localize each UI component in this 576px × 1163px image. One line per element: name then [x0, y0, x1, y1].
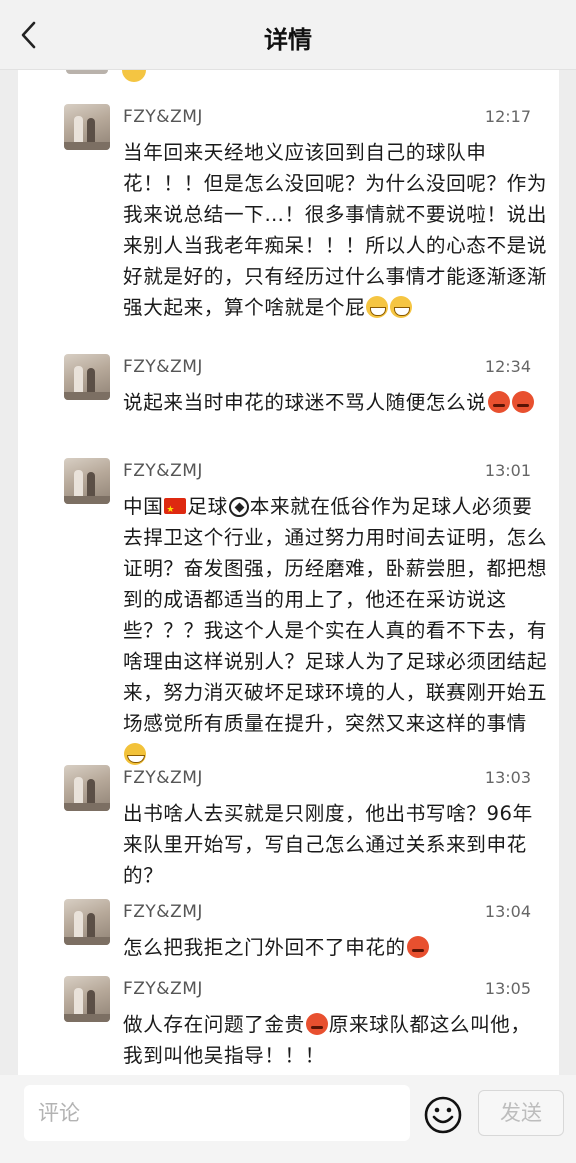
- avatar[interactable]: [64, 976, 110, 1022]
- message-text-segment: 说起来当时申花的球迷不骂人随便怎么说: [123, 391, 487, 414]
- message-author: FZY&ZMJ: [123, 902, 203, 922]
- message-author: FZY&ZMJ: [123, 357, 203, 377]
- avatar[interactable]: [64, 354, 110, 400]
- avatar[interactable]: [64, 104, 110, 150]
- message-text: 怎么把我拒之门外回不了申花的: [123, 932, 548, 963]
- message-text: 出书啥人去买就是只刚度，他出书写啥？96年来队里开始写，写自己怎么通过关系来到申…: [123, 798, 548, 891]
- message-author: FZY&ZMJ: [123, 461, 203, 481]
- avatar[interactable]: [64, 765, 110, 811]
- message-time: 13:05: [484, 979, 531, 998]
- message-author: FZY&ZMJ: [123, 979, 203, 999]
- message-list[interactable]: FZY&ZMJ 12:17 当年回来天经地义应该回到自己的球队申花！！！但是怎么…: [18, 70, 559, 1075]
- message-text: 说起来当时申花的球迷不骂人随便怎么说: [123, 387, 548, 418]
- message-author: FZY&ZMJ: [123, 768, 203, 788]
- previous-avatar-fragment: [66, 70, 108, 74]
- message-text-segment: 做人存在问题了金贵: [123, 1013, 305, 1036]
- message-text-segment: 出书啥人去买就是只刚度，他出书写啥？96年来队里开始写，写自己怎么通过关系来到申…: [123, 802, 533, 887]
- angry-emoji-icon: [511, 391, 534, 413]
- message-time: 13:04: [484, 902, 531, 921]
- send-button[interactable]: 发送: [478, 1090, 564, 1136]
- grin-emoji-icon: [366, 296, 389, 318]
- message-text-segment: 本来就在低谷作为足球人必须要去捍卫这个行业，通过努力用时间去证明，怎么证明？奋发…: [123, 495, 548, 735]
- grin-emoji-icon: [390, 296, 413, 318]
- message-author: FZY&ZMJ: [123, 107, 203, 127]
- message-text: 当年回来天经地义应该回到自己的球队申花！！！但是怎么没回呢？为什么没回呢？作为我…: [123, 137, 548, 323]
- angry-emoji-icon: [487, 391, 510, 413]
- emoji-button[interactable]: [423, 1095, 463, 1135]
- angry-emoji-icon: [305, 1013, 328, 1035]
- soccer-ball-icon: [228, 497, 249, 517]
- message-text: 做人存在问题了金贵 原来球队都这么叫他，我到叫他吴指导！！！: [123, 1009, 548, 1071]
- avatar[interactable]: [64, 899, 110, 945]
- message-time: 13:01: [484, 461, 531, 480]
- message-time: 12:34: [484, 357, 531, 376]
- header-bar: 详情: [0, 0, 576, 70]
- laugh-cry-emoji-icon: [124, 743, 146, 765]
- message-text-segment: 足球: [187, 495, 228, 518]
- comment-bar: 发送: [0, 1075, 576, 1163]
- previous-emoji-fragment: [122, 70, 146, 82]
- message-time: 12:17: [484, 107, 531, 126]
- avatar[interactable]: [64, 458, 110, 504]
- comment-input[interactable]: [24, 1085, 410, 1141]
- message-text-segment: 当年回来天经地义应该回到自己的球队申花！！！但是怎么没回呢？为什么没回呢？作为我…: [123, 141, 548, 319]
- message-text: 中国足球本来就在低谷作为足球人必须要去捍卫这个行业，通过努力用时间去证明，怎么证…: [123, 491, 548, 770]
- angry-emoji-icon: [406, 936, 429, 958]
- message-text-segment: 怎么把我拒之门外回不了申花的: [123, 936, 406, 959]
- message-text-segment: 中国: [123, 495, 164, 518]
- smiley-icon: [424, 1096, 462, 1134]
- china-flag-icon: [164, 495, 187, 526]
- message-time: 13:03: [484, 768, 531, 787]
- page-title: 详情: [264, 26, 312, 54]
